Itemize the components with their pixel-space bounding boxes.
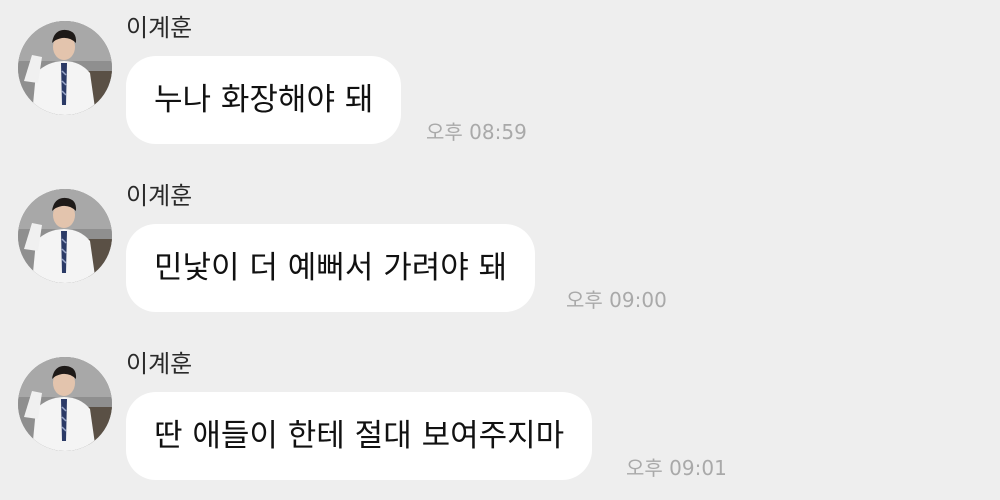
chat-message-list[interactable]: 이계훈 누나 화장해야 돼 오후 08:59 이계훈 민낯이 더 예뻐서 가려야… (0, 0, 1000, 500)
message-bubble[interactable]: 딴 애들이 한테 절대 보여주지마 (126, 392, 593, 480)
message-bubble[interactable]: 민낯이 더 예뻐서 가려야 돼 (126, 224, 536, 312)
sender-name: 이계훈 (126, 182, 193, 210)
avatar[interactable] (18, 21, 112, 115)
message-row: 이계훈 누나 화장해야 돼 오후 08:59 (0, 0, 1000, 160)
message-row: 이계훈 딴 애들이 한테 절대 보여주지마 오후 09:01 (0, 336, 1000, 496)
message-timestamp: 오후 08:59 (426, 120, 527, 144)
avatar[interactable] (18, 357, 112, 451)
message-bubble[interactable]: 누나 화장해야 돼 (126, 56, 402, 144)
message-timestamp: 오후 09:00 (566, 288, 667, 312)
profile-photo-icon (18, 189, 112, 283)
message-row: 이계훈 민낯이 더 예뻐서 가려야 돼 오후 09:00 (0, 168, 1000, 328)
avatar[interactable] (18, 189, 112, 283)
sender-name: 이계훈 (126, 14, 193, 42)
profile-photo-icon (18, 21, 112, 115)
sender-name: 이계훈 (126, 350, 193, 378)
message-timestamp: 오후 09:01 (626, 456, 727, 480)
profile-photo-icon (18, 357, 112, 451)
